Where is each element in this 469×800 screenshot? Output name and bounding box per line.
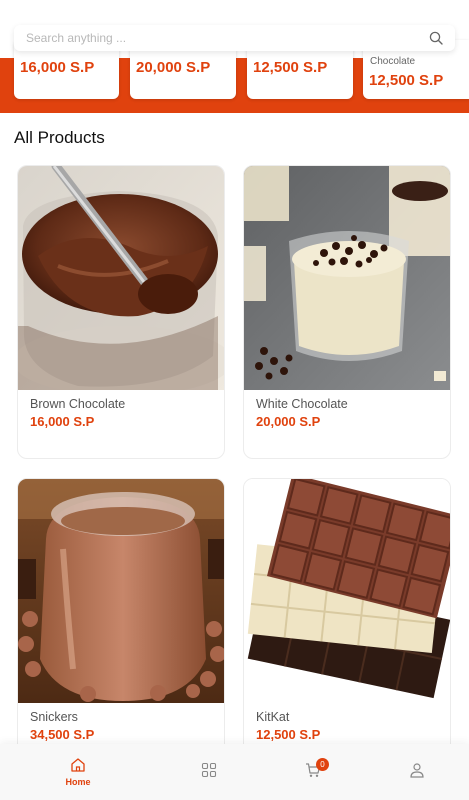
product-price: 16,000 S.P (30, 414, 95, 429)
product-name: Snickers (30, 710, 78, 724)
bottom-nav: Home 0 (0, 744, 469, 800)
cart-count-badge: 0 (316, 758, 329, 771)
featured-price: 16,000 S.P (20, 59, 95, 76)
nav-home-label: Home (65, 777, 91, 787)
product-card[interactable]: Brown Chocolate 16,000 S.P (17, 165, 225, 459)
search-icon[interactable] (429, 31, 443, 45)
product-name: White Chocolate (256, 397, 348, 411)
featured-name: Chocolate (370, 56, 416, 67)
product-name: Brown Chocolate (30, 397, 126, 411)
product-card[interactable]: White Chocolate 20,000 S.P (243, 165, 451, 459)
nav-cart[interactable]: 0 (283, 744, 343, 800)
grid-icon (201, 762, 217, 778)
home-icon (71, 758, 85, 772)
product-name: KitKat (256, 710, 290, 724)
chocolate-bars-image (244, 479, 450, 703)
product-card[interactable]: KitKat 12,500 S.P (243, 478, 451, 772)
section-title: All Products (14, 128, 105, 147)
hazelnut-spread-jar-image (18, 479, 224, 703)
user-icon (410, 763, 424, 778)
product-price: 20,000 S.P (256, 414, 321, 429)
featured-banner: 16,000 S.P 20,000 S.P 12,500 S.P Chocola… (0, 0, 469, 113)
search-bar[interactable] (14, 25, 455, 51)
featured-price: 12,500 S.P (253, 59, 328, 76)
product-card[interactable]: Snickers 34,500 S.P (17, 478, 225, 772)
product-price: 12,500 S.P (256, 727, 321, 742)
chocolate-spread-jar-image (18, 166, 224, 390)
nav-profile[interactable] (387, 744, 447, 800)
featured-price: 12,500 S.P (369, 72, 444, 89)
nav-home[interactable]: Home (48, 744, 108, 800)
white-chocolate-dessert-image (244, 166, 450, 390)
product-price: 34,500 S.P (30, 727, 95, 742)
featured-price: 20,000 S.P (136, 59, 211, 76)
app-screen: 16,000 S.P 20,000 S.P 12,500 S.P Chocola… (0, 0, 469, 800)
nav-categories[interactable] (179, 744, 239, 800)
search-input[interactable] (26, 30, 416, 46)
